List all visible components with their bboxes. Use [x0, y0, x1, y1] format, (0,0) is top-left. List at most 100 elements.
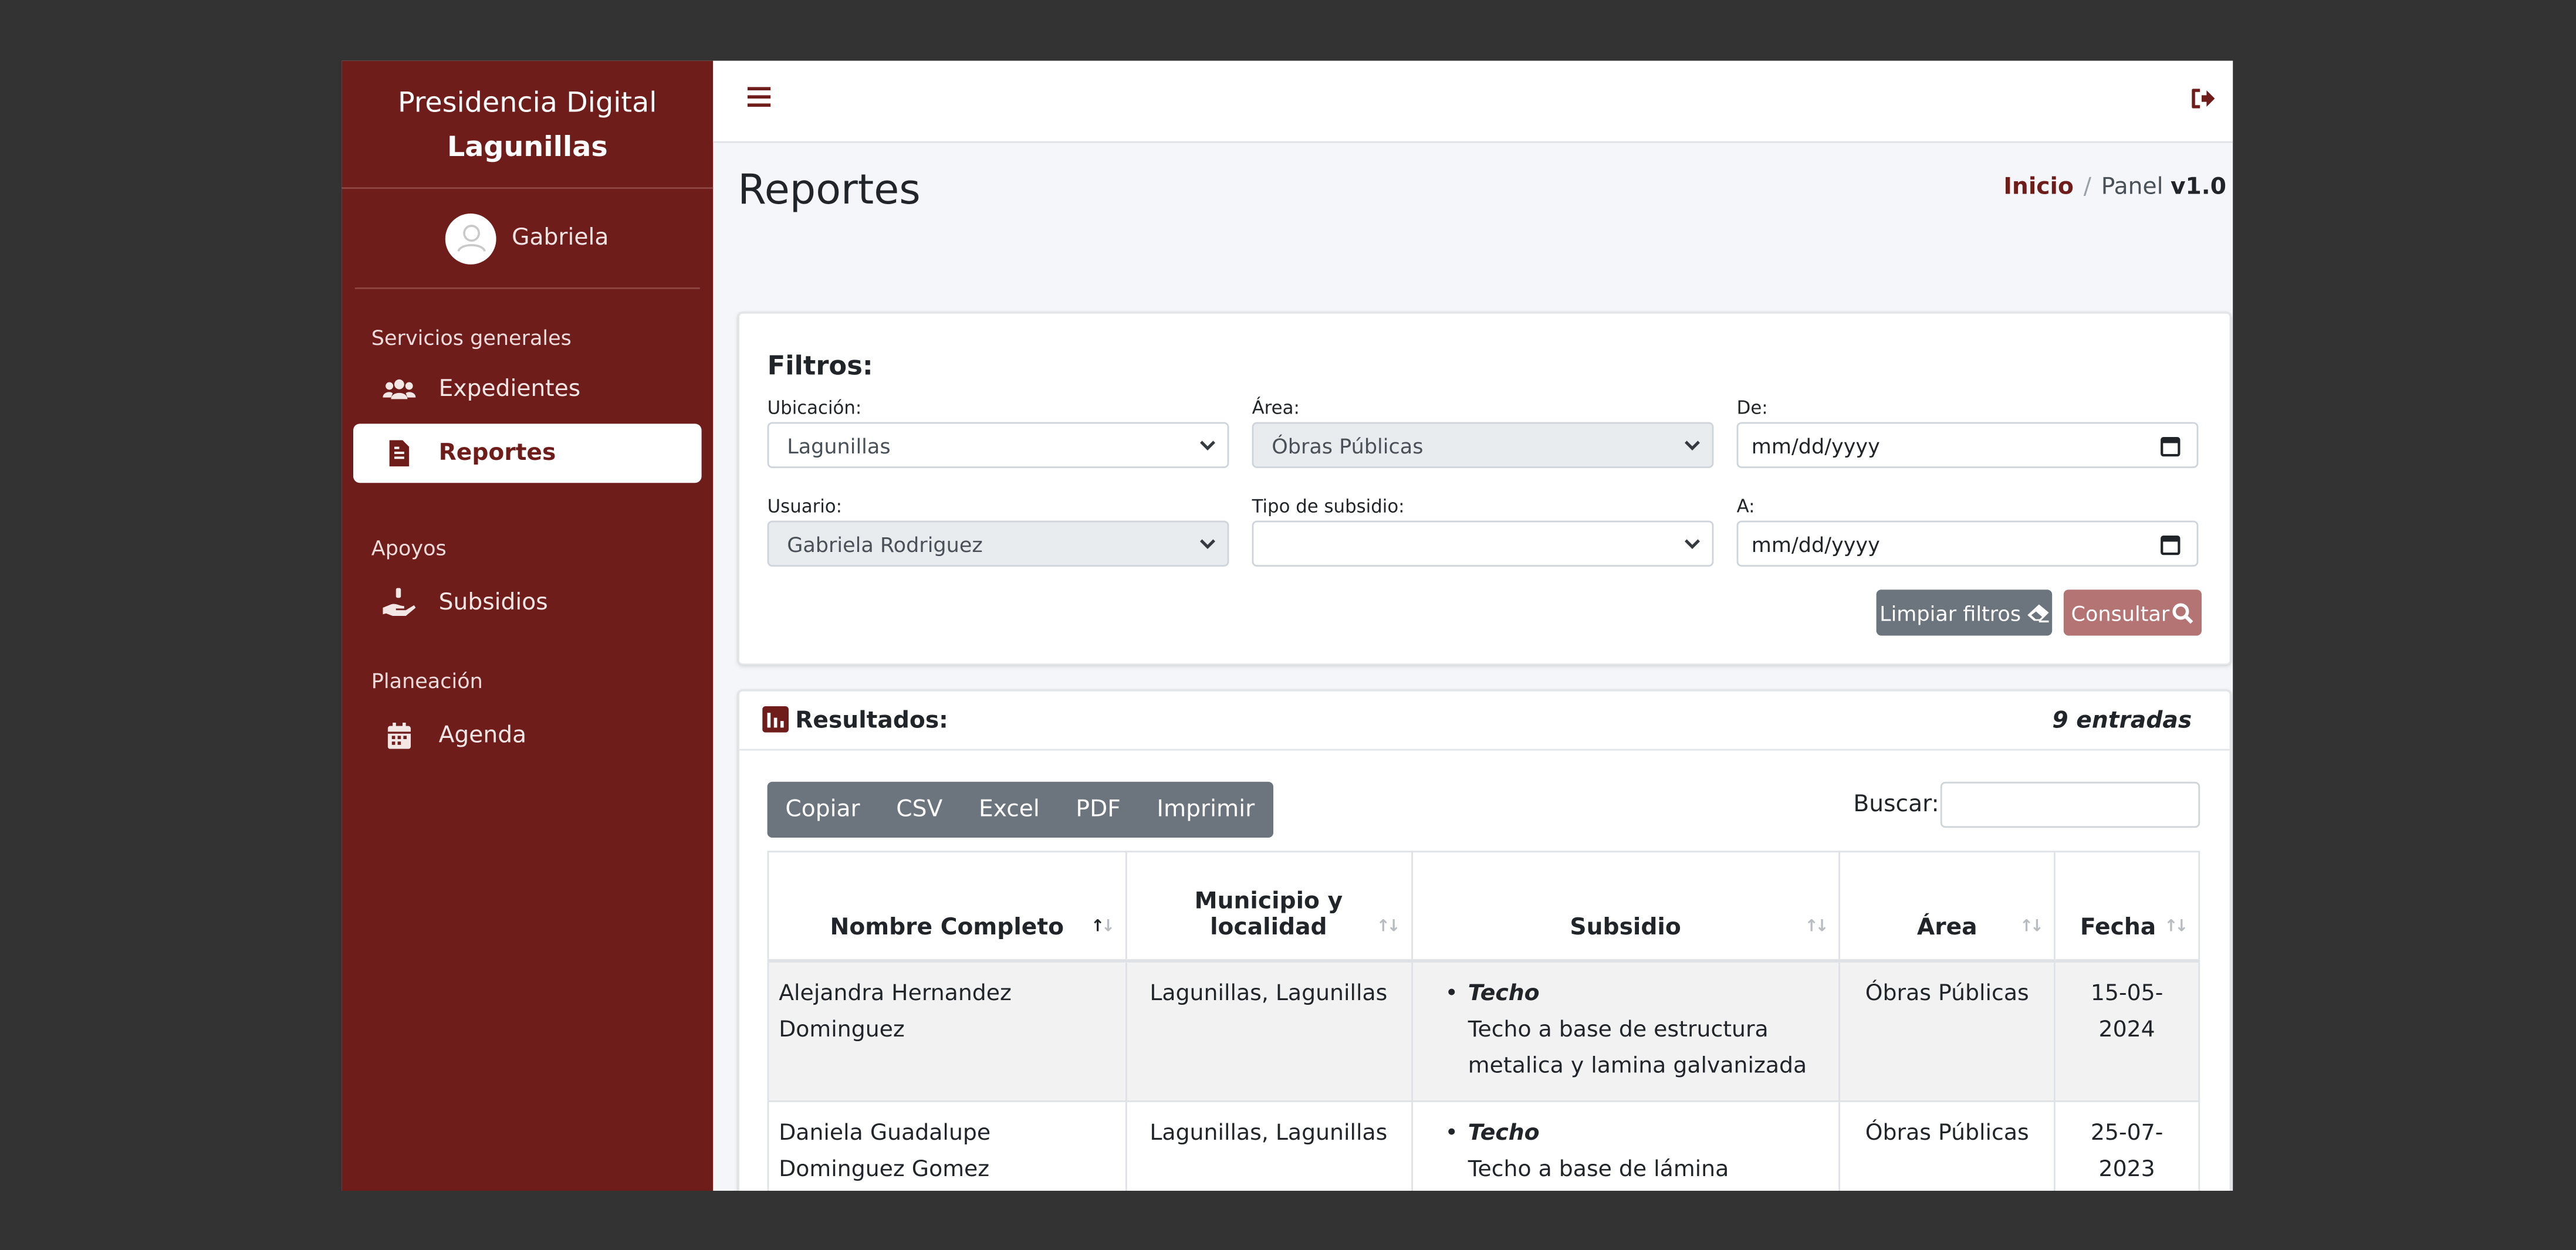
column-header-area[interactable]: Área ↑↓	[1838, 851, 2056, 962]
tipo-subsidio-label: Tipo de subsidio:	[1252, 496, 1405, 517]
ubicacion-select[interactable]: Lagunillas	[767, 422, 1229, 468]
sidebar-item-label: Subsidios	[438, 590, 548, 616]
a-placeholder: mm/dd/yyyy	[1751, 531, 1880, 556]
nav-header-servicios: Servicios generales	[371, 325, 572, 350]
breadcrumb-current: Panel	[2101, 174, 2163, 201]
bullet: •	[1445, 980, 1458, 1006]
column-header-subsidio[interactable]: Subsidio ↑↓	[1410, 851, 1841, 962]
user-avatar-icon	[457, 225, 486, 252]
eraser-icon	[2027, 604, 2049, 622]
usuario-select[interactable]: Gabriela Rodriguez	[767, 520, 1229, 567]
cell-municipio: Lagunillas, Lagunillas	[1125, 959, 1412, 1102]
subsidio-description: Techo a base de lámina galvanizada y est…	[1468, 1156, 1729, 1183]
cell-area: Óbras Públicas	[1838, 1100, 2056, 1191]
brand[interactable]: Presidencia Digital Lagunillas	[342, 61, 714, 189]
breadcrumb-home-link[interactable]: Inicio	[2003, 174, 2074, 201]
area-value: Óbras Públicas	[1272, 432, 1424, 458]
excel-button[interactable]: Excel	[961, 782, 1057, 838]
page-title: Reportes	[738, 165, 921, 214]
version-badge: v1.0	[2170, 174, 2226, 201]
column-header-municipio[interactable]: Municipio y localidad ↑↓	[1125, 851, 1412, 962]
search-label: Buscar:	[1853, 791, 1939, 818]
tipo-subsidio-select[interactable]	[1252, 520, 1714, 567]
calendar-icon[interactable]	[2161, 534, 2181, 555]
filters-title: Filtros:	[767, 350, 873, 381]
pdf-button[interactable]: PDF	[1058, 782, 1139, 838]
ubicacion-value: Lagunillas	[787, 432, 891, 458]
table-row[interactable]: Alejandra Hernandez Dominguez Lagunillas…	[767, 959, 2200, 1102]
sidebar-item-label: Expedientes	[438, 376, 581, 402]
ubicacion-label: Ubicación:	[767, 397, 862, 419]
content: Reportes Inicio / Panel v1.0 Filtros: Ubic…	[713, 143, 2233, 1191]
chevron-down-icon	[1200, 539, 1215, 549]
report-file-icon	[383, 440, 415, 467]
calendar-icon[interactable]	[2161, 435, 2181, 457]
app-window: Presidencia Digital Lagunillas Gabriela …	[342, 60, 2233, 1191]
user-panel[interactable]: Gabriela	[354, 189, 700, 289]
column-header-label: Municipio y localidad	[1194, 887, 1343, 940]
chevron-down-icon	[1685, 441, 1700, 450]
sort-icon: ↑↓	[1376, 917, 1401, 936]
column-header-label: Fecha	[2080, 914, 2156, 940]
column-header-label: Nombre Completo	[830, 914, 1064, 940]
a-date-input[interactable]: mm/dd/yyyy	[1736, 520, 2199, 567]
cell-fecha: 25-07-2023	[2054, 1100, 2200, 1191]
sidebar-item-expedientes[interactable]: Expedientes	[353, 360, 702, 419]
cell-nombre: Daniela Guadalupe Dominguez Gomez	[767, 1100, 1127, 1191]
sidebar-item-subsidios[interactable]: Subsidios	[353, 573, 702, 632]
sort-icon: ↑↓	[2164, 917, 2188, 936]
calendar-icon	[383, 723, 415, 749]
subsidio-name: Techo	[1468, 1120, 1540, 1147]
consultar-label: Consultar	[2071, 600, 2170, 625]
column-header-nombre[interactable]: Nombre Completo ↑↓	[767, 851, 1127, 962]
export-button-group: Copiar CSV Excel PDF Imprimir	[767, 781, 1273, 838]
de-date-input[interactable]: mm/dd/yyyy	[1736, 422, 2199, 468]
csv-button[interactable]: CSV	[878, 782, 961, 838]
cell-nombre: Alejandra Hernandez Dominguez	[767, 959, 1127, 1102]
topbar	[713, 60, 2233, 143]
de-label: De:	[1736, 397, 1768, 419]
sidebar: Presidencia Digital Lagunillas Gabriela …	[342, 60, 714, 1191]
consultar-button[interactable]: Consultar	[2063, 590, 2202, 636]
sidebar-item-reportes[interactable]: Reportes	[353, 424, 702, 483]
bullet: •	[1445, 1120, 1458, 1147]
clear-filters-label: Limpiar filtros	[1879, 600, 2021, 625]
stage: Presidencia Digital Lagunillas Gabriela …	[0, 0, 2576, 1250]
user-name: Gabriela	[512, 225, 609, 252]
sort-icon: ↑↓	[1804, 917, 1829, 936]
table-row[interactable]: Daniela Guadalupe Dominguez Gomez Laguni…	[767, 1100, 2200, 1191]
search-input[interactable]	[1940, 781, 2200, 828]
sidebar-item-label: Reportes	[438, 440, 556, 467]
cell-fecha: 15-05-2024	[2054, 959, 2200, 1102]
results-card: Resultados: 9 entradas Copiar CSV Excel …	[738, 690, 2232, 1191]
sidebar-item-agenda[interactable]: Agenda	[353, 706, 702, 765]
subsidio-name: Techo	[1468, 980, 1540, 1006]
brand-line1: Presidencia Digital	[398, 87, 657, 120]
table-header-row: Nombre Completo ↑↓ Municipio y localidad…	[767, 851, 2200, 962]
print-button[interactable]: Imprimir	[1139, 782, 1273, 838]
sort-icon: ↑↓	[2019, 917, 2044, 936]
column-header-fecha[interactable]: Fecha ↑↓	[2054, 851, 2200, 962]
clear-filters-button[interactable]: Limpiar filtros	[1876, 590, 2053, 636]
area-select[interactable]: Óbras Públicas	[1252, 422, 1714, 468]
filters-card: Filtros: Ubicación: Lagunillas Área: Óbr…	[738, 312, 2232, 665]
chevron-down-icon	[1200, 441, 1215, 450]
column-header-label: Subsidio	[1570, 914, 1681, 940]
area-label: Área:	[1252, 397, 1300, 419]
nav-header-planeacion: Planeación	[371, 668, 483, 693]
usuario-value: Gabriela Rodriguez	[787, 531, 983, 556]
users-icon	[383, 378, 416, 401]
results-title: Resultados:	[795, 707, 948, 734]
copy-button[interactable]: Copiar	[768, 782, 878, 838]
results-header: Resultados: 9 entradas	[739, 692, 2230, 751]
sort-ascending-icon: ↑↓	[1090, 917, 1115, 936]
menu-toggle-icon[interactable]	[748, 87, 771, 107]
cell-area: Óbras Públicas	[1838, 959, 2056, 1102]
cell-subsidio: • Techo Techo a base de estructura metal…	[1410, 959, 1841, 1102]
chevron-down-icon	[1685, 539, 1700, 549]
breadcrumb: Inicio / Panel v1.0	[2003, 174, 2226, 201]
de-placeholder: mm/dd/yyyy	[1751, 432, 1880, 458]
nav-header-apoyos: Apoyos	[371, 535, 447, 560]
brand-line2: Lagunillas	[447, 131, 608, 164]
logout-icon[interactable]	[2192, 89, 2215, 115]
